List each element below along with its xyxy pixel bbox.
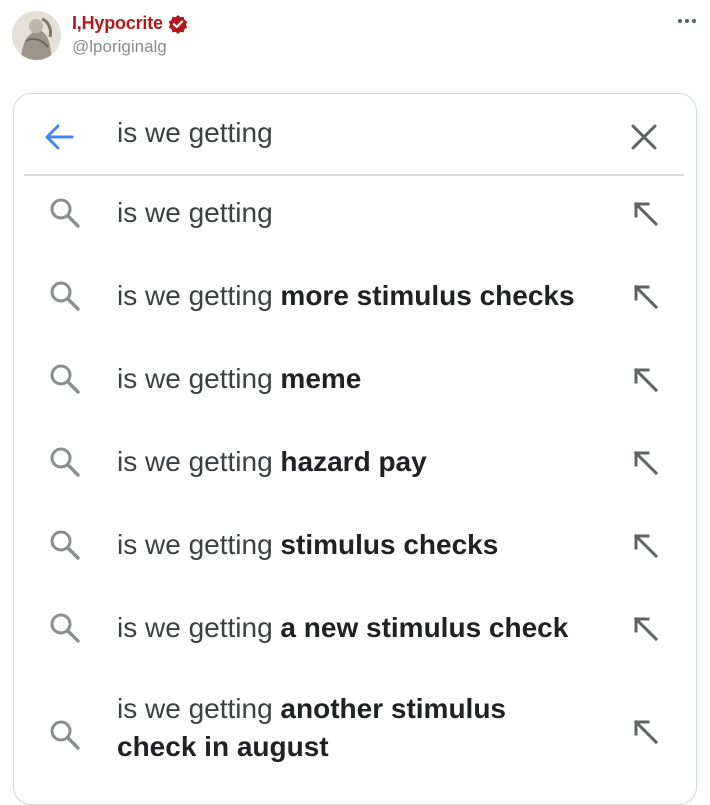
tweet-header: I,Hypocrite @lporiginalg <box>0 0 710 80</box>
suggestion-prefix: is we getting <box>117 446 273 477</box>
search-divider <box>24 174 684 176</box>
arrow-left-icon[interactable] <box>42 120 76 154</box>
suggestion-text: is we getting hazard pay <box>117 443 427 481</box>
suggestion-text: is we getting meme <box>117 360 361 398</box>
arrow-up-left-icon[interactable] <box>632 366 660 394</box>
search-icon <box>48 611 82 645</box>
suggestion-item[interactable]: is we getting a new stimulus check <box>14 609 696 689</box>
tweet-media-image[interactable]: is we getting is we getting is we getting… <box>13 93 697 805</box>
arrow-up-left-icon[interactable] <box>632 532 660 560</box>
suggestion-completion: stimulus checks <box>280 529 499 560</box>
suggestion-item[interactable]: is we getting <box>14 194 696 274</box>
suggestion-text: is we getting more stimulus checks <box>117 277 575 315</box>
user-handle[interactable]: @lporiginalg <box>72 37 167 57</box>
suggestion-text: is we getting stimulus checks <box>117 526 498 564</box>
search-icon <box>48 445 82 479</box>
arrow-up-left-icon[interactable] <box>632 615 660 643</box>
suggestion-prefix: is we getting <box>117 197 273 228</box>
search-bar: is we getting <box>14 94 696 176</box>
suggestion-text: is we getting <box>117 194 273 232</box>
search-icon <box>48 718 82 752</box>
suggestion-item[interactable]: is we getting hazard pay <box>14 443 696 523</box>
suggestion-text: is we getting another stimulus check in a… <box>117 690 506 766</box>
search-icon <box>48 528 82 562</box>
arrow-up-left-icon[interactable] <box>632 200 660 228</box>
suggestion-completion: hazard pay <box>280 446 427 477</box>
arrow-up-left-icon[interactable] <box>632 449 660 477</box>
suggestion-prefix: is we getting <box>117 612 273 643</box>
suggestion-item[interactable]: is we getting meme <box>14 360 696 440</box>
suggestion-completion-line2: check in august <box>117 731 329 762</box>
more-horizontal-icon[interactable] <box>674 8 700 34</box>
verified-badge-icon <box>168 14 188 34</box>
suggestion-completion: meme <box>280 363 362 394</box>
display-name[interactable]: I,Hypocrite <box>72 13 163 34</box>
search-icon <box>48 279 82 313</box>
suggestion-prefix: is we getting <box>117 693 273 724</box>
suggestion-item[interactable]: is we getting more stimulus checks <box>14 277 696 357</box>
close-icon[interactable] <box>628 121 660 153</box>
avatar[interactable] <box>12 11 61 60</box>
search-icon <box>48 362 82 396</box>
suggestion-completion: more stimulus checks <box>280 280 575 311</box>
suggestion-prefix: is we getting <box>117 280 273 311</box>
suggestion-completion: a new stimulus check <box>280 612 569 643</box>
suggestion-prefix: is we getting <box>117 529 273 560</box>
arrow-up-left-icon[interactable] <box>632 283 660 311</box>
suggestion-item[interactable]: is we getting stimulus checks <box>14 526 696 606</box>
suggestion-completion: another stimulus <box>280 693 507 724</box>
search-input[interactable]: is we getting <box>117 117 273 149</box>
suggestion-item[interactable]: is we getting another stimulus check in a… <box>14 692 696 792</box>
suggestion-prefix: is we getting <box>117 363 273 394</box>
search-icon <box>48 196 82 230</box>
suggestion-text: is we getting a new stimulus check <box>117 609 568 647</box>
arrow-up-left-icon[interactable] <box>632 718 660 746</box>
